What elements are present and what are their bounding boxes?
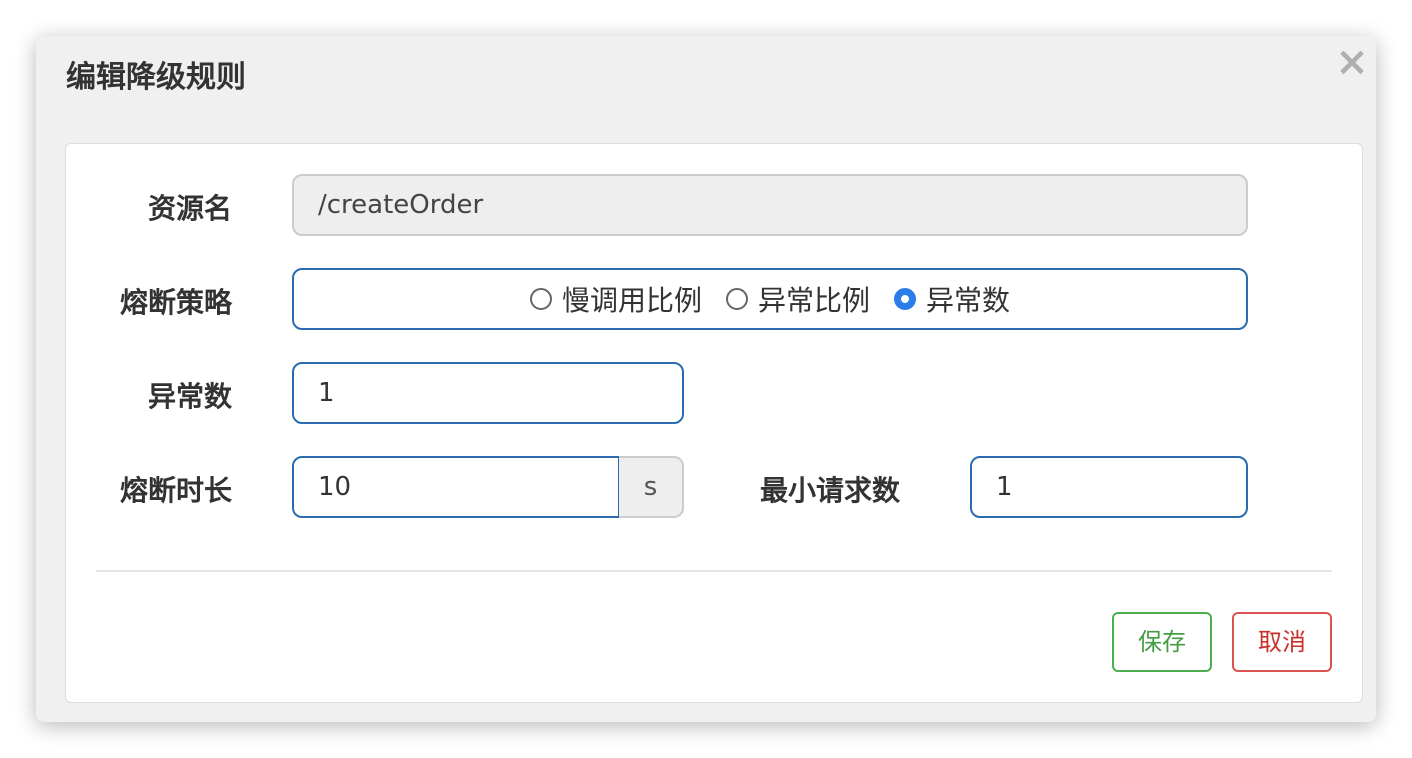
radio-checked-icon[interactable] — [894, 288, 916, 310]
break-duration-input[interactable] — [292, 456, 620, 518]
break-duration-label: 熔断时长 — [119, 474, 232, 507]
radio-error-ratio[interactable]: 异常比例 — [725, 279, 870, 319]
exception-count-label: 异常数 — [147, 380, 232, 413]
strategy-label: 熔断策略 — [119, 286, 232, 319]
resource-input[interactable] — [292, 174, 1248, 236]
divider — [96, 570, 1332, 572]
dialog-title: 编辑降级规则 — [66, 60, 246, 95]
radio-unchecked-icon[interactable] — [725, 288, 748, 310]
exception-count-input[interactable] — [292, 362, 684, 424]
radio-error-count[interactable]: 异常数 — [894, 279, 1010, 319]
radio-unchecked-icon[interactable] — [529, 288, 552, 310]
strategy-radio-group: 慢调用比例 异常比例 异常数 — [292, 268, 1248, 330]
radio-label: 慢调用比例 — [561, 284, 702, 317]
radio-label: 异常数 — [926, 284, 1011, 317]
min-requests-input[interactable] — [970, 456, 1248, 518]
save-button[interactable]: 保存 — [1112, 612, 1212, 672]
form-panel: 资源名 熔断策略 慢调用比例 异常比例 异常数 异常数 熔断时长 s 最小请 — [65, 143, 1363, 703]
resource-label: 资源名 — [147, 192, 232, 225]
min-requests-label: 最小请求数 — [760, 474, 901, 507]
radio-slow-ratio[interactable]: 慢调用比例 — [529, 279, 702, 319]
radio-label: 异常比例 — [757, 284, 870, 317]
close-icon[interactable]: × — [1332, 42, 1372, 82]
edit-degrade-rule-dialog: 编辑降级规则 × 资源名 熔断策略 慢调用比例 异常比例 异常数 异常数 熔断时… — [36, 36, 1376, 722]
cancel-button[interactable]: 取消 — [1232, 612, 1332, 672]
seconds-unit-addon: s — [619, 456, 684, 518]
